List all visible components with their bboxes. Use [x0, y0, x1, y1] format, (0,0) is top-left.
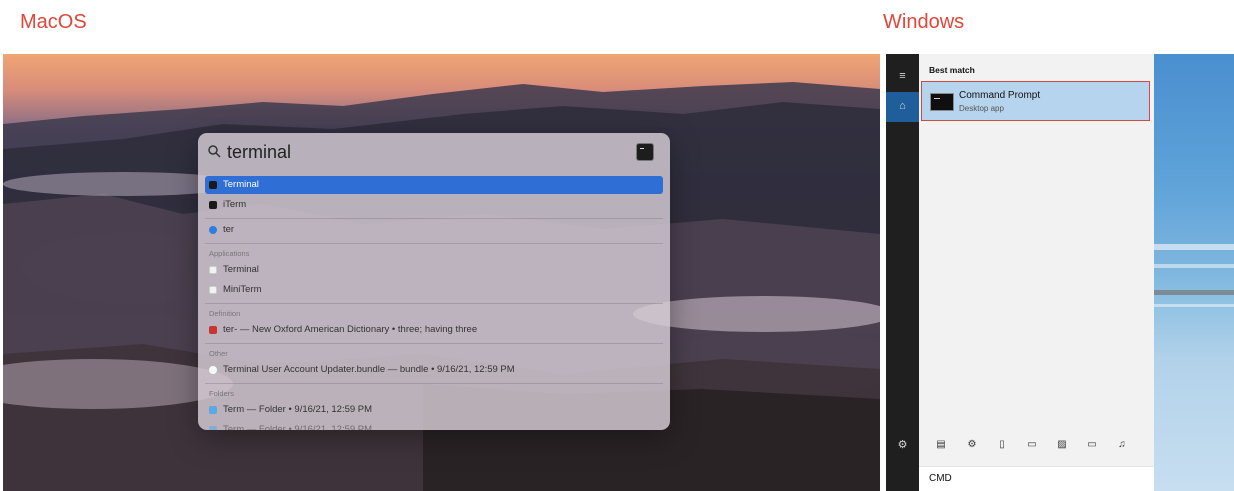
search-input[interactable]: CMD — [929, 473, 952, 484]
result-label: Terminal — [223, 264, 259, 275]
section-folders: Folders — [209, 389, 235, 398]
desktop-wallpaper — [1154, 54, 1234, 491]
home-button[interactable]: ⌂ — [886, 92, 919, 122]
menu-icon: ≡ — [899, 70, 906, 82]
terminal-app-icon — [209, 181, 217, 189]
windows-start-menu: ≡ ⌂ ⚙ Best match Command Prompt Desktop … — [886, 54, 1234, 491]
beach-wallpaper — [1154, 244, 1234, 307]
menu-button[interactable]: ≡ — [886, 62, 919, 92]
result-folder[interactable]: Term — Folder • 9/16/21, 12:59 PM — [205, 421, 663, 430]
tablet-icon[interactable]: ▭ — [1025, 439, 1039, 450]
section-other: Other — [209, 349, 228, 358]
spotlight-search-bar[interactable]: terminal — [208, 141, 658, 163]
result-other[interactable]: Terminal User Account Updater.bundle — b… — [205, 361, 663, 379]
divider — [205, 218, 663, 219]
photos-icon[interactable]: ▨ — [1055, 439, 1069, 450]
macos-caption: MacOS — [20, 11, 87, 33]
search-icon — [208, 145, 221, 158]
dictionary-icon — [209, 326, 217, 334]
result-suggestion[interactable]: ter — [205, 221, 663, 239]
result-label: ter — [223, 224, 235, 235]
result-app-miniterm[interactable]: MiniTerm — [205, 281, 663, 299]
best-match-command-prompt[interactable]: Command Prompt Desktop app — [921, 81, 1150, 121]
result-label: Terminal User Account Updater.bundle — b… — [223, 364, 515, 375]
iterm-app-icon — [209, 201, 217, 209]
command-prompt-icon — [930, 93, 954, 111]
divider — [205, 243, 663, 244]
result-label: Terminal — [223, 179, 259, 190]
result-folder[interactable]: Term — Folder • 9/16/21, 12:59 PM — [205, 401, 663, 419]
result-label: iTerm — [223, 199, 247, 210]
divider — [205, 383, 663, 384]
music-icon[interactable]: ♫ — [1115, 439, 1129, 450]
documents-icon[interactable]: ▤ — [934, 439, 948, 450]
result-label: Term — Folder • 9/16/21, 12:59 PM — [223, 424, 373, 430]
file-icon[interactable]: ▯ — [995, 439, 1009, 450]
windows-caption: Windows — [883, 11, 965, 33]
app-icon — [209, 266, 217, 274]
result-label: ter- — New Oxford American Dictionary • … — [223, 324, 478, 335]
windows-search-box[interactable]: CMD — [919, 466, 1154, 491]
spotlight-query[interactable]: terminal — [227, 141, 291, 163]
settings-icon[interactable]: ⚙ — [965, 439, 979, 450]
section-definition: Definition — [209, 309, 241, 318]
best-match-heading: Best match — [929, 65, 975, 75]
safari-icon — [209, 226, 217, 234]
divider — [205, 343, 663, 344]
result-terminal[interactable]: Terminal — [205, 176, 663, 194]
macos-desktop: terminal Terminal iTerm ter Applications… — [3, 54, 880, 491]
home-icon: ⌂ — [899, 100, 906, 112]
search-filter-bar: ▤ ⚙ ▯ ▭ ▨ ▭ ♫ — [919, 435, 1154, 457]
folder-icon — [209, 426, 217, 430]
spotlight-window: terminal Terminal iTerm ter Applications… — [198, 133, 670, 430]
video-icon[interactable]: ▭ — [1085, 439, 1099, 450]
start-rail: ≡ ⌂ ⚙ — [886, 54, 919, 491]
result-label: MiniTerm — [223, 284, 262, 295]
folder-icon — [209, 406, 217, 414]
divider — [205, 303, 663, 304]
bundle-icon — [209, 366, 217, 374]
section-applications: Applications — [209, 249, 250, 258]
result-iterm[interactable]: iTerm — [205, 196, 663, 214]
settings-button[interactable]: ⚙ — [886, 430, 919, 460]
result-label: Term — Folder • 9/16/21, 12:59 PM — [223, 404, 373, 415]
app-icon — [209, 286, 217, 294]
search-results-panel: Best match Command Prompt Desktop app — [919, 54, 1154, 466]
best-match-title: Command Prompt — [959, 90, 1041, 101]
terminal-preview-icon — [636, 143, 654, 161]
settings-icon: ⚙ — [897, 439, 908, 451]
result-app-terminal[interactable]: Terminal — [205, 261, 663, 279]
best-match-subtitle: Desktop app — [959, 104, 1004, 113]
result-definition[interactable]: ter- — New Oxford American Dictionary • … — [205, 321, 663, 339]
